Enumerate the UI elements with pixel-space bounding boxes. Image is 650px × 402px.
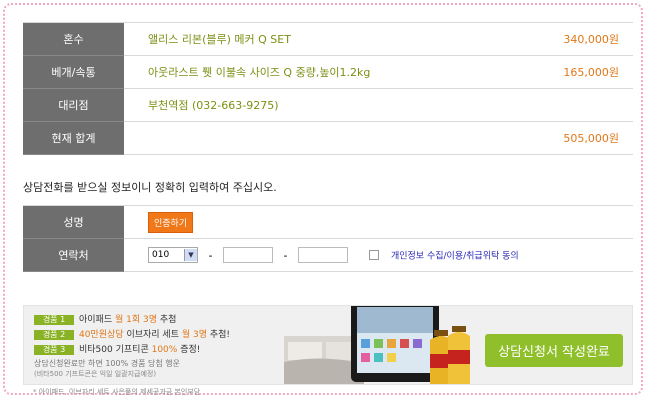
contact-form-table: 성명 인증하기 연락처 010 ▼ - - 개인정보 수집/이용/취급위탁 동의 [23, 205, 633, 272]
table-row: 베개/속통 아웃라스트 퓃 이불속 사이즈 Q 중량,높이1.2kg 165,0… [23, 55, 633, 89]
form-row-name: 성명 인증하기 [23, 205, 633, 239]
promo-note: 상담신청완료만 하면 100% 경품 당첨 행운 [34, 359, 180, 368]
row-price: 340,000원 [499, 22, 633, 56]
phone-label: 연락처 [23, 238, 124, 272]
promo-note-sub: (비타500 기프트콘은 익일 일괄지급예정) [34, 370, 157, 378]
total-price: 505,000원 [499, 121, 633, 155]
phone-last-input[interactable] [297, 247, 348, 263]
phone-middle-input[interactable] [222, 247, 273, 263]
prize-tag: 경품 1 [34, 315, 74, 325]
row-value: 아웃라스트 퓃 이불속 사이즈 Q 중량,높이1.2kg [124, 55, 499, 89]
table-row: 현재 합계 505,000원 [23, 121, 633, 155]
row-price [499, 88, 633, 122]
row-label: 대리점 [23, 88, 124, 122]
phone-prefix-select[interactable]: 010 ▼ [148, 247, 198, 263]
privacy-agree-link[interactable]: 개인정보 수집/이용/취급위탁 동의 [391, 252, 519, 262]
order-summary-table: 혼수 앨리스 리본(블루) 메커 Q SET 340,000원 베개/속통 아웃… [23, 22, 633, 155]
prize-footnote: * 아이패드, 이브자리 세트 사은품의 제세공과금 본인부담 [33, 388, 201, 396]
row-value: 부천역점 (032-663-9275) [124, 88, 499, 122]
table-row: 대리점 부천역점 (032-663-9275) [23, 88, 633, 122]
phone-prefix-value: 010 [152, 250, 170, 260]
row-label: 현재 합계 [23, 121, 124, 155]
agree-checkbox[interactable] [369, 250, 380, 260]
verify-button[interactable]: 인증하기 [148, 211, 194, 233]
row-value [124, 121, 499, 155]
prize-line-2: 경품 2 40만원상당 이브자리 세트 월 3명 추첨! [34, 327, 230, 340]
row-label: 혼수 [23, 22, 124, 56]
form-row-phone: 연락처 010 ▼ - - 개인정보 수집/이용/취급위탁 동의 [23, 238, 633, 272]
prize-line-1: 경품 1 아이패드 월 1회 3명 추첨 [34, 312, 176, 325]
row-label: 베개/속통 [23, 55, 124, 89]
row-value: 앨리스 리본(블루) 메커 Q SET [124, 22, 499, 56]
table-row: 혼수 앨리스 리본(블루) 메커 Q SET 340,000원 [23, 22, 633, 56]
prize-tag: 경품 3 [34, 345, 74, 355]
phone-separator: - [208, 248, 213, 262]
prize-line-3: 경품 3 비타500 기프티콘 100% 증정! [34, 342, 200, 355]
row-price: 165,000원 [499, 55, 633, 89]
name-label: 성명 [23, 205, 124, 239]
prize-tag: 경품 2 [34, 330, 74, 340]
chevron-down-icon[interactable]: ▼ [184, 249, 197, 261]
promo-banner: 경품 1 아이패드 월 1회 3명 추첨 경품 2 40만원상당 이브자리 세트 월… [23, 305, 633, 385]
prize-image [284, 306, 474, 384]
submit-consult-button[interactable]: 상담신청서 작성완료 [485, 334, 623, 367]
input-notice: 상담전화를 받으실 정보이니 정확히 입력하여 주십시오. [23, 181, 277, 194]
phone-separator: - [283, 248, 288, 262]
